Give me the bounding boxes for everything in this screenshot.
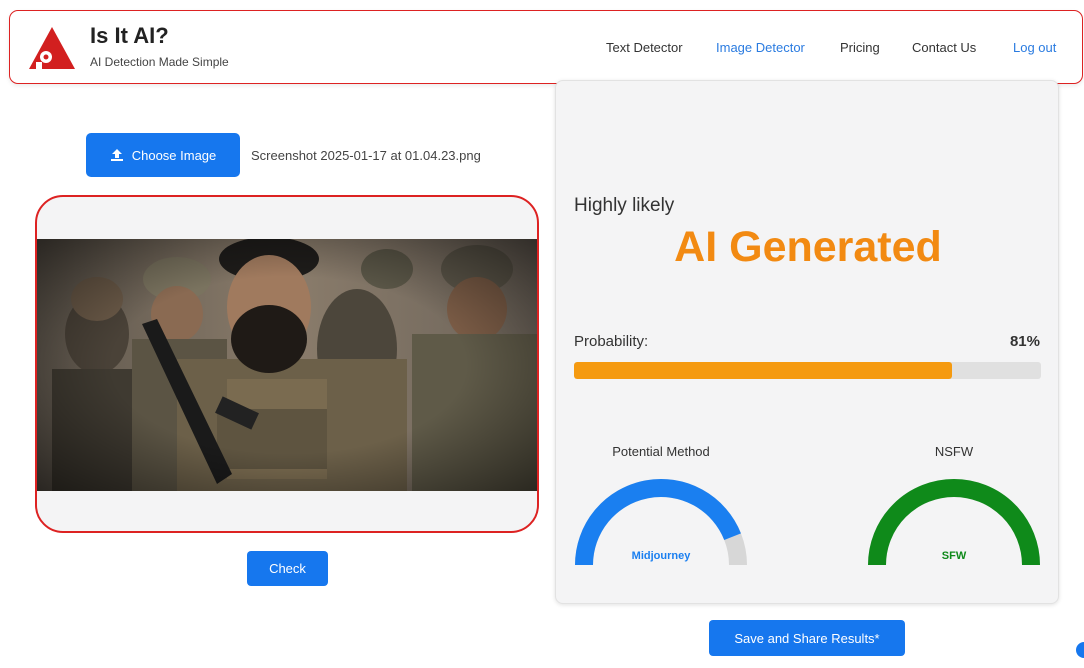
nav-image-detector[interactable]: Image Detector <box>716 40 805 55</box>
choose-image-label: Choose Image <box>131 147 217 163</box>
probability-bar <box>574 362 1041 379</box>
nav-pricing[interactable]: Pricing <box>840 40 880 55</box>
brand-tagline: AI Detection Made Simple <box>90 55 229 69</box>
check-button[interactable]: Check <box>247 551 328 586</box>
image-preview-card <box>35 195 539 533</box>
verdict-prefix: Highly likely <box>574 195 675 216</box>
uploaded-image <box>37 239 537 491</box>
selected-file-name: Screenshot 2025-01-17 at 01.04.23.png <box>251 148 481 163</box>
potential-method-title: Potential Method <box>612 444 710 459</box>
result-panel: Highly likely AI Generated Probability: … <box>555 80 1059 604</box>
nav-contact-us[interactable]: Contact Us <box>912 40 976 55</box>
red-triangle-logo-icon[interactable] <box>28 25 76 71</box>
nav-log-out[interactable]: Log out <box>1013 40 1056 55</box>
method-gauge-value: Midjourney <box>631 550 691 562</box>
nsfw-gauge-value: SFW <box>941 550 967 562</box>
save-and-share-button[interactable]: Save and Share Results* <box>709 620 905 656</box>
header: Is It AI? AI Detection Made Simple Text … <box>9 10 1083 84</box>
brand-title[interactable]: Is It AI? <box>90 23 169 49</box>
nsfw-title: NSFW <box>934 444 974 459</box>
probability-label: Probability: <box>574 333 649 350</box>
help-chat-icon[interactable] <box>1076 642 1084 658</box>
verdict-label: AI Generated <box>674 223 942 271</box>
probability-value: 81% <box>1009 333 1040 350</box>
probability-bar-fill <box>574 362 953 379</box>
upload-icon <box>110 149 123 161</box>
choose-image-button[interactable]: Choose Image <box>86 133 240 177</box>
nav-text-detector[interactable]: Text Detector <box>606 40 683 55</box>
